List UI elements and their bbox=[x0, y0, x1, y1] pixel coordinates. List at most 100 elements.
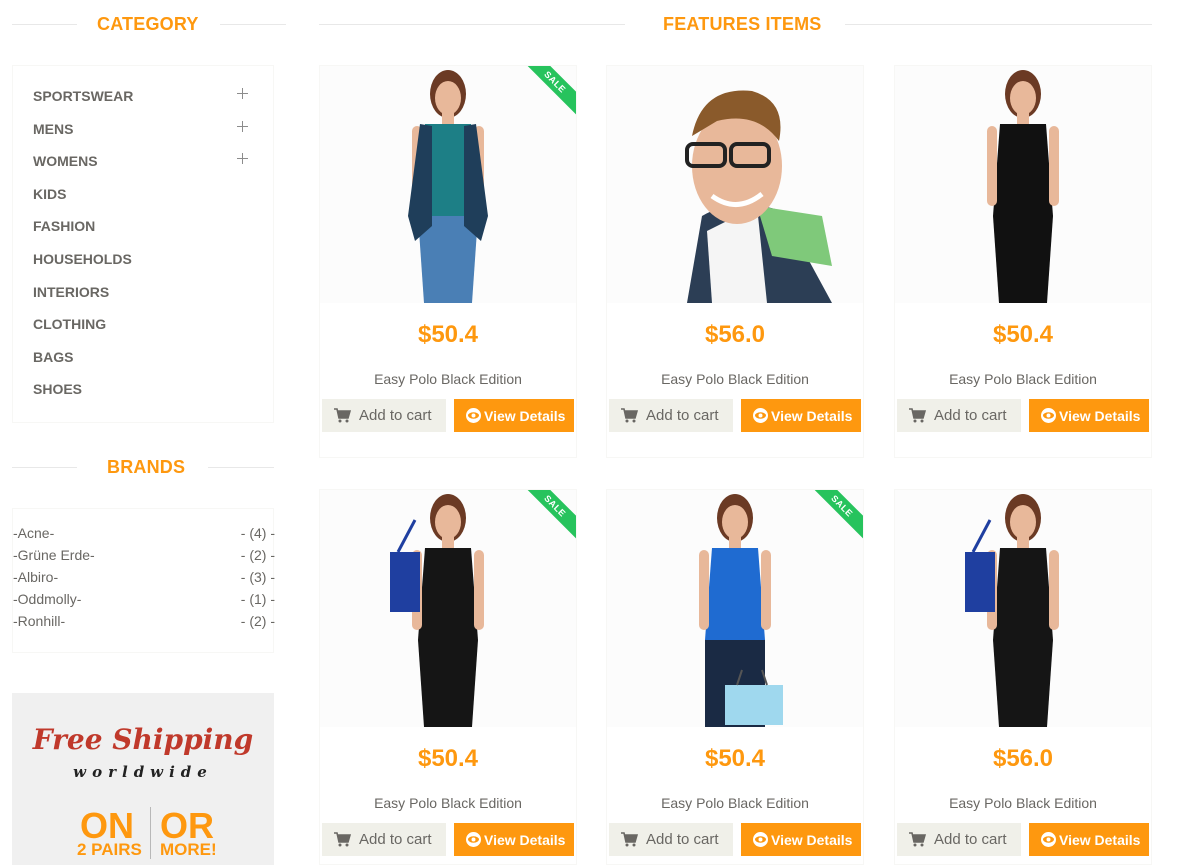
add-to-cart-label: Add to cart bbox=[359, 407, 432, 424]
product-price: $50.4 bbox=[417, 745, 479, 772]
category-item-bags[interactable]: BAGS bbox=[33, 349, 249, 369]
category-item-fashion[interactable]: FASHION bbox=[33, 218, 249, 238]
cart-icon bbox=[909, 408, 926, 423]
cart-icon bbox=[334, 408, 351, 423]
product-name: Easy Polo Black Edition bbox=[949, 795, 1097, 811]
product-card[interactable]: SALE $50.4 Easy Polo Black Edition Add t… bbox=[319, 65, 577, 458]
brand-name: -Oddmolly- bbox=[13, 591, 82, 607]
shipping-ad[interactable]: Free Shipping worldwide ON OR 2 PAIRS MO… bbox=[12, 693, 274, 865]
cart-icon bbox=[621, 408, 638, 423]
add-to-cart-button[interactable]: Add to cart bbox=[322, 399, 446, 432]
plus-icon[interactable] bbox=[237, 151, 249, 164]
view-details-label: View Details bbox=[1059, 407, 1141, 424]
category-title: CATEGORY bbox=[97, 14, 199, 34]
brand-item-albiro[interactable]: -Albiro- - (3) - bbox=[13, 569, 275, 587]
category-item-shoes[interactable]: SHOES bbox=[33, 381, 249, 401]
category-heading: CATEGORY bbox=[12, 14, 286, 34]
add-to-cart-button[interactable]: Add to cart bbox=[322, 823, 446, 856]
eye-icon bbox=[466, 408, 481, 423]
category-label: WOMENS bbox=[33, 153, 98, 169]
brands-heading: BRANDS bbox=[12, 457, 274, 477]
view-details-button[interactable]: View Details bbox=[741, 399, 861, 432]
product-card[interactable]: $50.4 Easy Polo Black Edition Add to car… bbox=[894, 65, 1152, 458]
add-to-cart-label: Add to cart bbox=[359, 831, 432, 848]
view-details-button[interactable]: View Details bbox=[454, 823, 574, 856]
category-item-mens[interactable]: MENS bbox=[33, 121, 249, 141]
view-details-label: View Details bbox=[484, 407, 566, 424]
category-label: SPORTSWEAR bbox=[33, 88, 134, 104]
product-image[interactable] bbox=[607, 490, 863, 727]
view-details-label: View Details bbox=[771, 407, 853, 424]
heading-line bbox=[208, 467, 274, 468]
product-image[interactable] bbox=[320, 490, 576, 727]
category-item-womens[interactable]: WOMENS bbox=[33, 153, 249, 173]
product-image[interactable] bbox=[607, 66, 863, 303]
heading-line bbox=[319, 24, 625, 25]
product-card[interactable]: SALE $50.4 Easy Polo Black Edition Add t… bbox=[319, 489, 577, 865]
add-to-cart-label: Add to cart bbox=[934, 831, 1007, 848]
eye-icon bbox=[753, 832, 768, 847]
view-details-button[interactable]: View Details bbox=[1029, 399, 1149, 432]
brand-count: - (3) - bbox=[240, 569, 275, 585]
product-price: $56.0 bbox=[704, 321, 766, 348]
category-label: BAGS bbox=[33, 349, 74, 365]
add-to-cart-button[interactable]: Add to cart bbox=[609, 399, 733, 432]
product-image[interactable] bbox=[895, 490, 1151, 727]
eye-icon bbox=[466, 832, 481, 847]
brand-item-acne[interactable]: -Acne- - (4) - bbox=[13, 525, 275, 543]
heading-line bbox=[845, 24, 1152, 25]
cart-icon bbox=[334, 832, 351, 847]
view-details-button[interactable]: View Details bbox=[454, 399, 574, 432]
view-details-button[interactable]: View Details bbox=[1029, 823, 1149, 856]
add-to-cart-label: Add to cart bbox=[646, 407, 719, 424]
add-to-cart-label: Add to cart bbox=[934, 407, 1007, 424]
heading-line bbox=[12, 24, 77, 25]
product-price: $50.4 bbox=[704, 745, 766, 772]
brand-item-grune-erde[interactable]: -Grüne Erde- - (2) - bbox=[13, 547, 275, 565]
plus-icon[interactable] bbox=[237, 119, 249, 132]
product-name: Easy Polo Black Edition bbox=[374, 371, 522, 387]
product-name: Easy Polo Black Edition bbox=[949, 371, 1097, 387]
ad-pairs: 2 PAIRS bbox=[77, 840, 142, 859]
category-item-kids[interactable]: KIDS bbox=[33, 186, 249, 206]
product-image[interactable] bbox=[895, 66, 1151, 303]
product-card[interactable]: $56.0 Easy Polo Black Edition Add to car… bbox=[606, 65, 864, 458]
category-label: CLOTHING bbox=[33, 316, 107, 332]
product-price: $56.0 bbox=[992, 745, 1054, 772]
category-panel: SPORTSWEAR MENS WOMENS KIDS FASHION HOUS… bbox=[12, 65, 274, 423]
brand-name: -Grüne Erde- bbox=[13, 547, 95, 563]
category-item-clothing[interactable]: CLOTHING bbox=[33, 316, 249, 336]
eye-icon bbox=[753, 408, 768, 423]
view-details-label: View Details bbox=[1059, 831, 1141, 848]
features-heading: FEATURES ITEMS bbox=[319, 14, 1152, 34]
category-label: KIDS bbox=[33, 186, 67, 202]
cart-icon bbox=[621, 832, 638, 847]
add-to-cart-button[interactable]: Add to cart bbox=[609, 823, 733, 856]
heading-line bbox=[220, 24, 286, 25]
product-image[interactable] bbox=[320, 66, 576, 303]
features-title: FEATURES ITEMS bbox=[663, 14, 822, 34]
product-card[interactable]: SALE $50.4 Easy Polo Black Edition Add t… bbox=[606, 489, 864, 865]
category-label: FASHION bbox=[33, 218, 96, 234]
cart-icon bbox=[909, 832, 926, 847]
view-details-button[interactable]: View Details bbox=[741, 823, 861, 856]
category-label: HOUSEHOLDS bbox=[33, 251, 132, 267]
product-card[interactable]: $56.0 Easy Polo Black Edition Add to car… bbox=[894, 489, 1152, 865]
product-price: $50.4 bbox=[417, 321, 479, 348]
brand-name: -Acne- bbox=[13, 525, 55, 541]
add-to-cart-button[interactable]: Add to cart bbox=[897, 823, 1021, 856]
brand-count: - (2) - bbox=[240, 613, 275, 629]
brand-item-oddmolly[interactable]: -Oddmolly- - (1) - bbox=[13, 591, 275, 609]
eye-icon bbox=[1041, 408, 1056, 423]
product-name: Easy Polo Black Edition bbox=[661, 795, 809, 811]
category-item-sportswear[interactable]: SPORTSWEAR bbox=[33, 88, 249, 108]
brands-panel: -Acne- - (4) - -Grüne Erde- - (2) - -Alb… bbox=[12, 508, 275, 653]
category-label: INTERIORS bbox=[33, 284, 110, 300]
add-to-cart-button[interactable]: Add to cart bbox=[897, 399, 1021, 432]
category-item-interiors[interactable]: INTERIORS bbox=[33, 284, 249, 304]
brand-item-ronhill[interactable]: -Ronhill- - (2) - bbox=[13, 613, 275, 631]
product-price: $50.4 bbox=[992, 321, 1054, 348]
plus-icon[interactable] bbox=[237, 86, 249, 99]
add-to-cart-label: Add to cart bbox=[646, 831, 719, 848]
category-item-households[interactable]: HOUSEHOLDS bbox=[33, 251, 249, 271]
